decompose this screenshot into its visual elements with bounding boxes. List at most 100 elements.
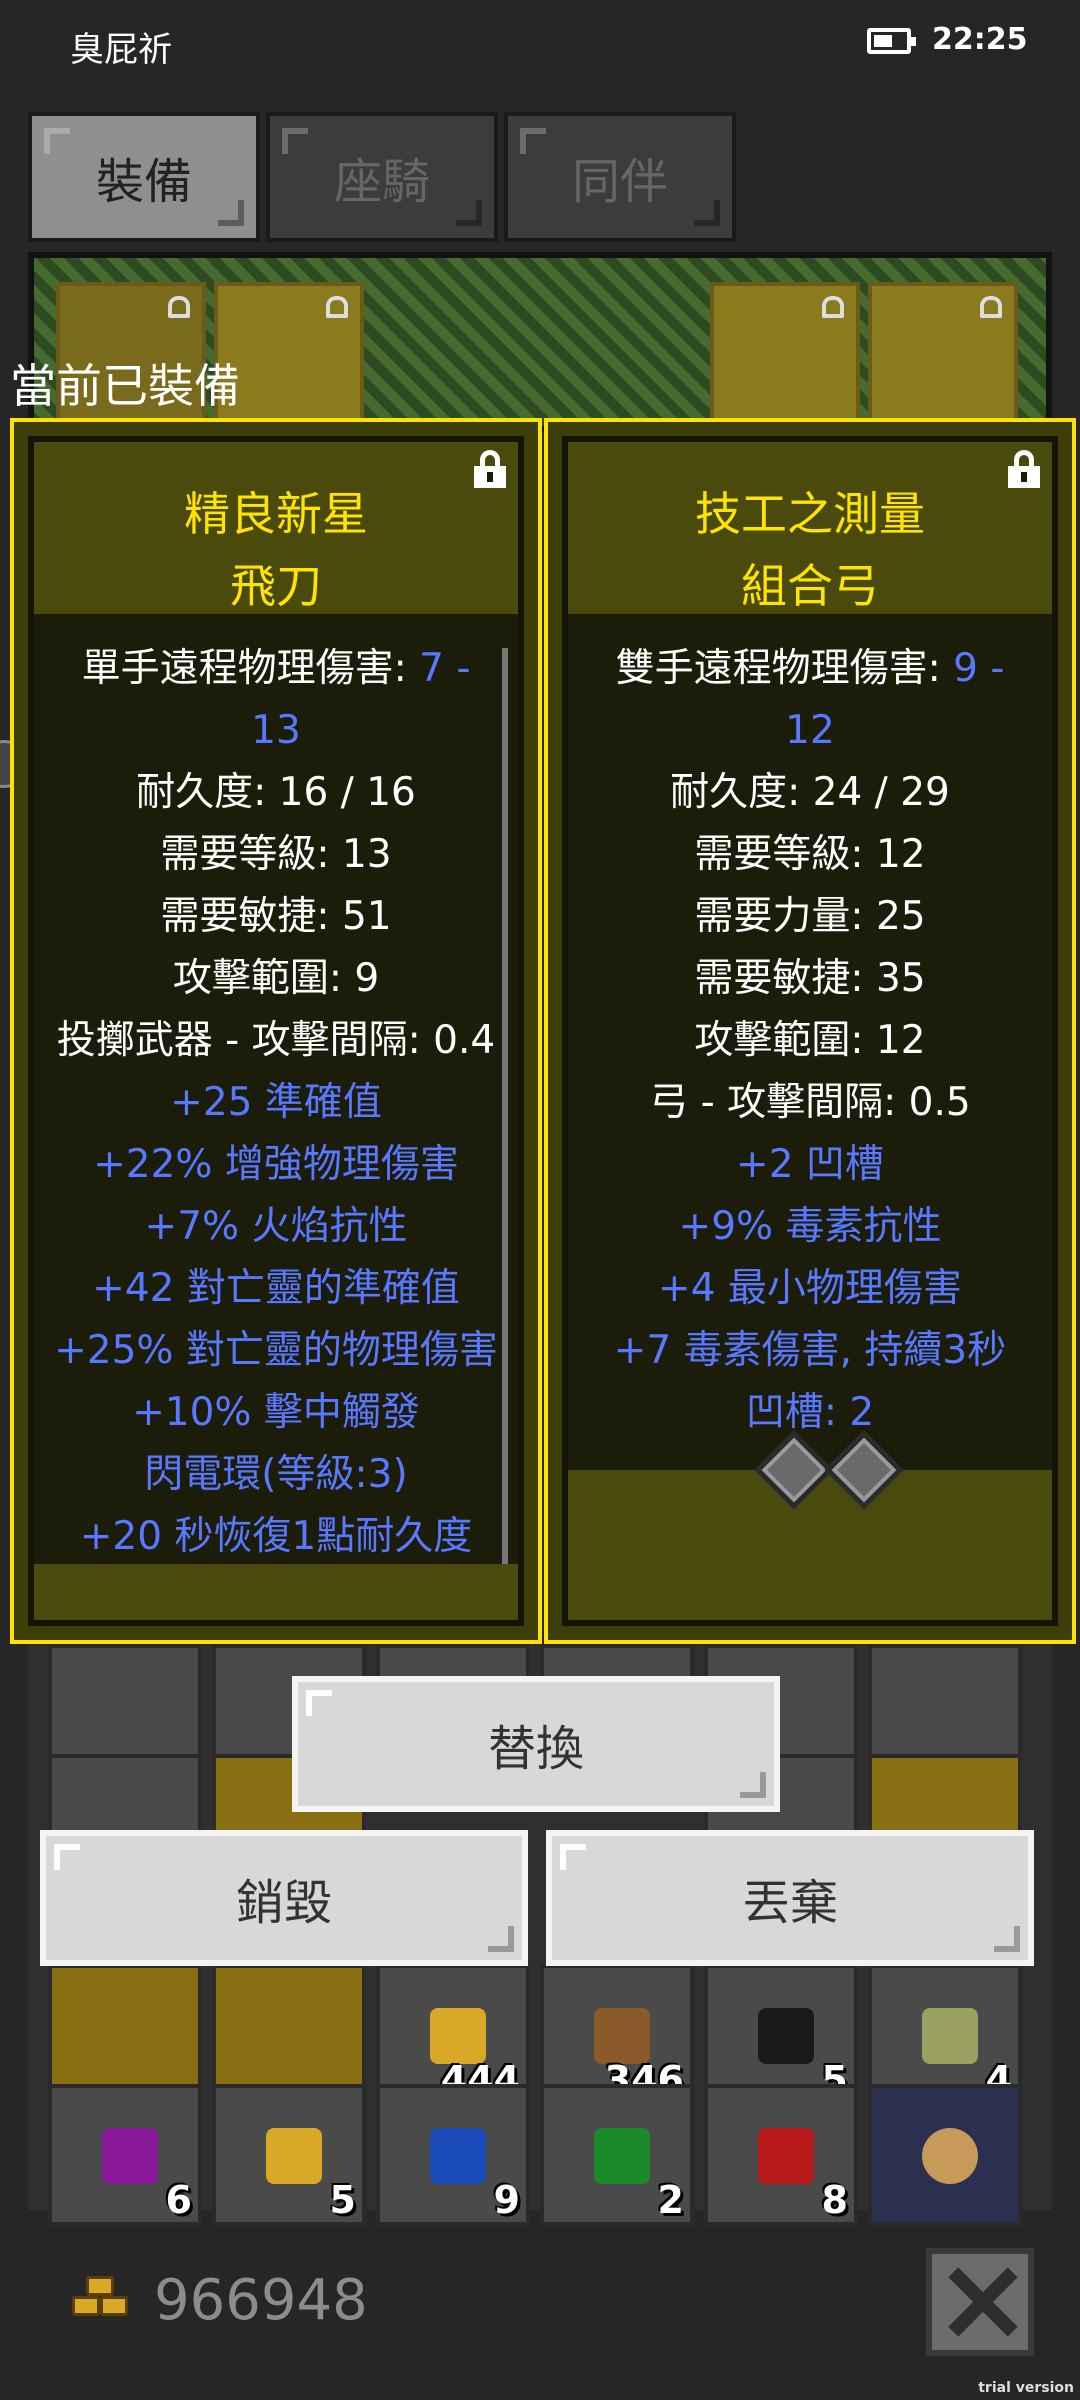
- stat-line: +25 準確值: [34, 1072, 518, 1134]
- stat-value: 7 -: [419, 646, 471, 691]
- stat-line: 弓 - 攻擊間隔: 0.5: [568, 1072, 1052, 1134]
- corner-decoration: [456, 200, 482, 226]
- stat-text: +25% 對亡靈的物理傷害: [54, 1328, 498, 1373]
- lock-icon: [326, 296, 348, 318]
- inventory-slot[interactable]: 8: [704, 2084, 858, 2226]
- stat-line: 需要等級: 12: [568, 824, 1052, 886]
- stat-line: 攻擊範圍: 12: [568, 1010, 1052, 1072]
- corner-decoration: [282, 128, 308, 154]
- stat-value: 9 -: [953, 646, 1005, 691]
- lock-icon: [822, 296, 844, 318]
- scrollbar[interactable]: [502, 648, 508, 1606]
- stat-line: 攻擊範圍: 9: [34, 948, 518, 1010]
- stat-line: 投擲武器 - 攻擊間隔: 0.4: [34, 1010, 518, 1072]
- item-name-prefix: 精良新星: [184, 487, 368, 541]
- stat-line: 耐久度: 16 / 16: [34, 762, 518, 824]
- stat-line: 需要敏捷: 51: [34, 886, 518, 948]
- stat-line: +9% 毒素抗性: [568, 1196, 1052, 1258]
- item-stats-list: 雙手遠程物理傷害: 9 - 12 耐久度: 24 / 29 需要等級: 12 需要力量:…: [568, 638, 1052, 1538]
- destroy-button[interactable]: 銷毀: [40, 1830, 528, 1966]
- inventory-count: 8: [821, 2178, 848, 2222]
- close-button[interactable]: [926, 2248, 1034, 2356]
- corner-decoration: [560, 1844, 586, 1870]
- corner-decoration: [44, 128, 70, 154]
- status-time: 22:25: [932, 22, 1028, 57]
- inventory-slot[interactable]: 5: [212, 2084, 366, 2226]
- watermark: trial version: [978, 2380, 1074, 2396]
- tab-equipment-label: 裝備: [95, 154, 192, 210]
- stat-line: 12: [568, 700, 1052, 762]
- stat-text: 需要敏捷: 51: [160, 894, 392, 939]
- current-item-card: 精良新星 飛刀 單手遠程物理傷害: 7 - 13 耐久度: 16 / 16 需要等級:…: [28, 436, 524, 1626]
- stat-line: +7 毒素傷害, 持續3秒: [568, 1320, 1052, 1382]
- new-item-card: 技工之測量 組合弓 雙手遠程物理傷害: 9 - 12 耐久度: 24 / 29 需要等…: [562, 436, 1058, 1626]
- stat-text: 雙手遠程物理傷害:: [615, 646, 954, 691]
- battery-icon: [867, 28, 916, 54]
- corner-decoration: [218, 200, 244, 226]
- item-header: 技工之測量 組合弓: [568, 442, 1052, 614]
- stat-line: +20 秒恢復1點耐久度: [34, 1506, 518, 1568]
- item-footer: [34, 1564, 518, 1620]
- equip-slot-weapon[interactable]: [710, 282, 860, 432]
- stat-line: +4 最小物理傷害: [568, 1258, 1052, 1320]
- stat-text: +7% 火焰抗性: [144, 1204, 408, 1249]
- item-name-prefix: 技工之測量: [695, 487, 925, 541]
- stat-text: 13: [251, 708, 301, 753]
- stat-line: 閃電環(等級:3): [34, 1444, 518, 1506]
- stat-line: +10% 擊中觸發: [34, 1382, 518, 1444]
- lock-icon[interactable]: [472, 450, 508, 490]
- inventory-slot[interactable]: 6: [48, 2084, 202, 2226]
- tab-mount-label: 座騎: [333, 154, 430, 210]
- stat-text: 耐久度: 16 / 16: [136, 770, 416, 815]
- lock-icon[interactable]: [1006, 450, 1042, 490]
- stat-text: 單手遠程物理傷害:: [81, 646, 420, 691]
- tab-mount[interactable]: 座騎: [266, 112, 498, 242]
- corner-decoration: [306, 1690, 332, 1716]
- item-header: 精良新星 飛刀: [34, 442, 518, 614]
- stat-text: 12: [785, 708, 835, 753]
- inventory-slot[interactable]: 2: [540, 2084, 694, 2226]
- tab-companion[interactable]: 同伴: [504, 112, 736, 242]
- stat-line: +22% 增強物理傷害: [34, 1134, 518, 1196]
- tab-companion-label: 同伴: [571, 154, 668, 210]
- stat-line: 需要力量: 25: [568, 886, 1052, 948]
- corner-decoration: [520, 128, 546, 154]
- stat-text: +42 對亡靈的準確值: [92, 1266, 460, 1311]
- equip-slot-amulet[interactable]: [868, 282, 1018, 432]
- tab-equipment[interactable]: 裝備: [28, 112, 260, 242]
- stat-text: 需要等級: 12: [694, 832, 926, 877]
- item-name-base: 組合弓: [741, 559, 879, 613]
- stat-text: +2 凹槽: [736, 1142, 884, 1187]
- stat-text: 閃電環(等級:3): [144, 1452, 408, 1497]
- equipped-label: 當前已裝備: [10, 359, 240, 413]
- stat-text: +9% 毒素抗性: [678, 1204, 942, 1249]
- item-stats-list[interactable]: 單手遠程物理傷害: 7 - 13 耐久度: 16 / 16 需要等級: 13 需要敏捷:…: [34, 638, 518, 1624]
- stat-text: +4 最小物理傷害: [658, 1266, 962, 1311]
- stat-text: 弓 - 攻擊間隔: 0.5: [649, 1080, 971, 1125]
- corner-decoration: [54, 1844, 80, 1870]
- stat-text: 凹槽: 2: [745, 1390, 875, 1435]
- stat-text: 需要敏捷: 35: [694, 956, 926, 1001]
- stat-text: +25 準確值: [170, 1080, 382, 1125]
- stat-text: 攻擊範圍: 12: [694, 1018, 926, 1063]
- stat-line: 13: [34, 700, 518, 762]
- corner-decoration: [740, 1772, 766, 1798]
- stat-text: 需要等級: 13: [160, 832, 392, 877]
- replace-button[interactable]: 替換: [292, 1676, 780, 1812]
- stat-line: +25% 對亡靈的物理傷害: [34, 1320, 518, 1382]
- inventory-slot[interactable]: [868, 2084, 1022, 2226]
- stat-line: 雙手遠程物理傷害: 9 -: [568, 638, 1052, 700]
- discard-button[interactable]: 丟棄: [546, 1830, 1034, 1966]
- stat-text: +20 秒恢復1點耐久度: [79, 1514, 473, 1559]
- stat-line: +7% 火焰抗性: [34, 1196, 518, 1258]
- status-app-name: 臭屁祈: [70, 30, 172, 70]
- inventory-count: 9: [493, 2178, 520, 2222]
- stat-text: 需要力量: 25: [694, 894, 926, 939]
- inventory-slot[interactable]: 9: [376, 2084, 530, 2226]
- stat-line: +2 凹槽: [568, 1134, 1052, 1196]
- corner-decoration: [488, 1926, 514, 1952]
- current-item-panel: 精良新星 飛刀 單手遠程物理傷害: 7 - 13 耐久度: 16 / 16 需要等級:…: [10, 418, 542, 1644]
- discard-button-label: 丟棄: [741, 1875, 838, 1931]
- gold-coins-icon: [72, 2276, 132, 2328]
- stat-text: 攻擊範圍: 9: [172, 956, 380, 1001]
